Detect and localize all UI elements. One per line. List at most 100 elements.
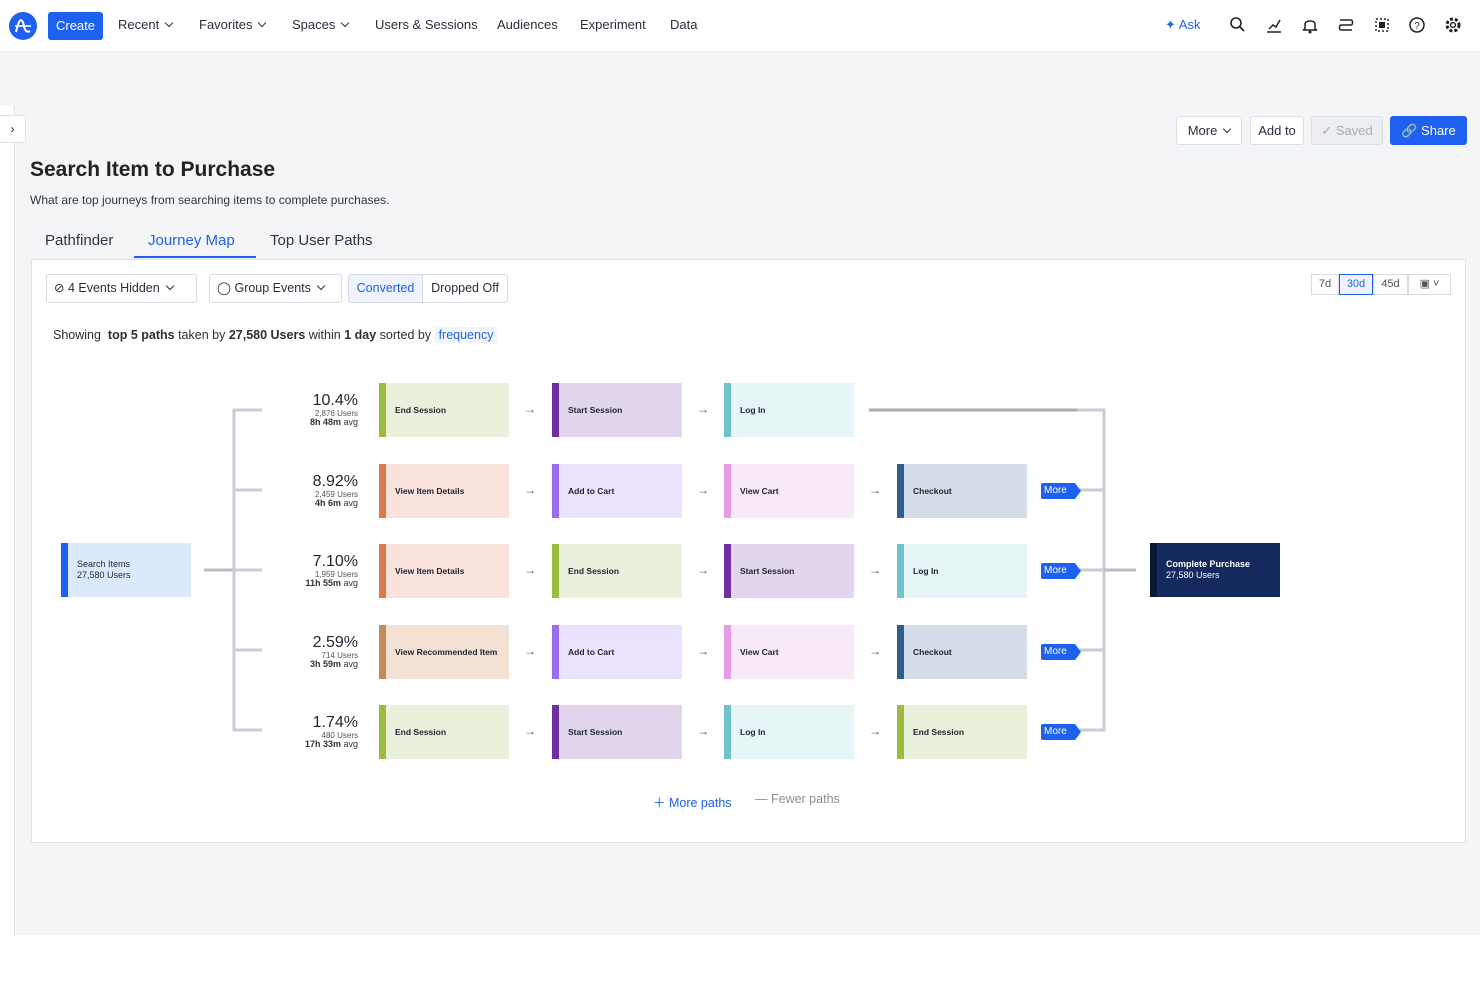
path-avg-time: 11h 55m: [305, 578, 341, 588]
help-icon[interactable]: ?: [1407, 15, 1427, 35]
share-button[interactable]: 🔗 Share: [1390, 116, 1467, 145]
path-step-node[interactable]: View Cart: [724, 624, 854, 679]
ask-label: Ask: [1178, 17, 1201, 32]
path-step-label: Add to Cart: [568, 646, 615, 657]
users-sessions-link[interactable]: Users & Sessions: [375, 17, 478, 32]
path-step-node[interactable]: View Item Details: [379, 463, 509, 518]
path-step-node[interactable]: End Session: [552, 544, 682, 598]
arrow-right-icon: →: [697, 643, 709, 658]
path-step-label: Log In: [740, 405, 766, 415]
arrow-right-icon: →: [524, 482, 536, 497]
path-stat: 8.92% 2,459 Users 4h 6m avg: [290, 473, 358, 508]
path-step-node[interactable]: Checkout: [897, 624, 1027, 679]
more-paths-button[interactable]: ＋ More paths: [653, 792, 732, 811]
more-steps-button[interactable]: More: [1041, 482, 1081, 499]
path-step-node[interactable]: End Session: [379, 383, 509, 437]
node-color-bar: [379, 463, 386, 518]
spaces-menu[interactable]: Spaces: [292, 17, 350, 32]
arrow-right-icon: →: [869, 643, 881, 658]
start-node-users: 27,580 Users: [77, 570, 131, 580]
arrow-right-icon: →: [524, 563, 536, 577]
tab-journey-map[interactable]: Journey Map: [148, 232, 235, 249]
chevron-down-icon: [258, 18, 267, 28]
apps-grid-icon[interactable]: [1372, 15, 1392, 35]
node-color-bar: [897, 705, 904, 759]
path-avg-time: 3h 59m: [309, 658, 341, 669]
more-button[interactable]: More: [1176, 116, 1242, 145]
more-label: More: [1187, 123, 1218, 138]
path-step-node[interactable]: Checkout: [897, 463, 1027, 518]
arrow-right-icon: →: [869, 563, 881, 577]
amplitude-logo-icon[interactable]: [9, 12, 37, 40]
node-color-bar: [897, 544, 904, 598]
path-step-node[interactable]: Log In: [897, 544, 1027, 598]
more-paths-label: More paths: [668, 796, 732, 810]
path-step-label: End Session: [395, 727, 447, 737]
more-steps-button[interactable]: More: [1041, 724, 1081, 740]
path-percent: 10.4%: [312, 392, 358, 409]
path-avg: 17h 33m avg: [290, 740, 358, 749]
tab-top-user-paths[interactable]: Top User Paths: [270, 232, 373, 249]
expand-sidebar-button[interactable]: ›: [0, 115, 26, 143]
experiment-link[interactable]: Experiment: [580, 17, 646, 32]
path-percent: 1.74%: [312, 714, 358, 731]
create-button[interactable]: Create: [48, 12, 103, 40]
more-steps-button[interactable]: More: [1041, 563, 1081, 579]
path-step-label: View Item Details: [395, 566, 465, 576]
recent-menu[interactable]: Recent: [118, 17, 174, 32]
link-icon: 🔗: [1401, 123, 1422, 138]
search-icon[interactable]: [1228, 15, 1248, 35]
recent-label: Recent: [118, 17, 160, 32]
path-step-node[interactable]: Start Session: [552, 383, 682, 437]
path-step-node[interactable]: End Session: [379, 705, 509, 759]
gear-icon[interactable]: [1443, 15, 1463, 35]
node-color-bar: [379, 544, 386, 598]
end-node-text: Complete Purchase 27,580 Users: [1166, 559, 1250, 581]
chart-pen-icon[interactable]: [1264, 15, 1284, 35]
tab-pathfinder[interactable]: Pathfinder: [45, 232, 113, 249]
path-step-node[interactable]: Add to Cart: [552, 463, 682, 518]
path-step-node[interactable]: Start Session: [552, 705, 682, 759]
sparkle-icon: ✦: [1165, 17, 1179, 32]
arrow-right-icon: →: [524, 402, 536, 416]
ask-button[interactable]: ✦ Ask: [1165, 17, 1200, 33]
arrow-right-icon: →: [697, 563, 709, 577]
flow-icon[interactable]: [1336, 15, 1356, 35]
svg-text:?: ?: [1414, 21, 1420, 32]
path-step-label: Log In: [740, 727, 766, 737]
add-to-button[interactable]: Add to: [1250, 116, 1304, 145]
path-step-node[interactable]: View Recommended Item: [379, 624, 509, 679]
path-avg: 3h 59m avg: [290, 658, 358, 669]
plus-icon: ＋: [653, 796, 669, 810]
minus-icon: —: [755, 792, 771, 806]
path-step-label: Start Session: [568, 727, 623, 737]
favorites-menu[interactable]: Favorites: [199, 17, 267, 32]
fewer-paths-button[interactable]: — Fewer paths: [755, 792, 840, 806]
path-step-node[interactable]: Log In: [724, 705, 854, 759]
path-step-node[interactable]: End Session: [897, 705, 1027, 759]
node-color-bar: [724, 624, 731, 679]
path-step-node[interactable]: Add to Cart: [552, 624, 682, 679]
path-step-node[interactable]: View Cart: [724, 463, 854, 518]
end-node-complete-purchase[interactable]: Complete Purchase 27,580 Users: [1150, 543, 1280, 597]
path-step-node[interactable]: Start Session: [724, 544, 854, 598]
page-title: Search Item to Purchase: [30, 158, 276, 181]
path-step-node[interactable]: Log In: [724, 383, 854, 437]
path-step-label: Checkout: [913, 485, 952, 496]
data-link[interactable]: Data: [670, 17, 697, 32]
audiences-link[interactable]: Audiences: [497, 17, 558, 32]
chevron-down-icon: [164, 18, 174, 28]
node-color-bar: [552, 705, 559, 759]
path-avg-time: 8h 48m: [309, 417, 341, 427]
path-connectors: [204, 408, 1136, 732]
check-icon: ✓: [1321, 123, 1336, 138]
saved-button[interactable]: ✓ Saved: [1311, 116, 1383, 145]
path-step-label: Start Session: [740, 566, 795, 576]
node-color-bar: [552, 463, 559, 518]
bell-icon[interactable]: [1300, 15, 1320, 35]
more-steps-button[interactable]: More: [1041, 643, 1081, 660]
path-step-node[interactable]: View Item Details: [379, 544, 509, 598]
path-avg: 8h 48m avg: [290, 418, 358, 427]
favorites-label: Favorites: [199, 17, 253, 32]
start-node-search-items[interactable]: Search Items 27,580 Users: [61, 543, 191, 597]
